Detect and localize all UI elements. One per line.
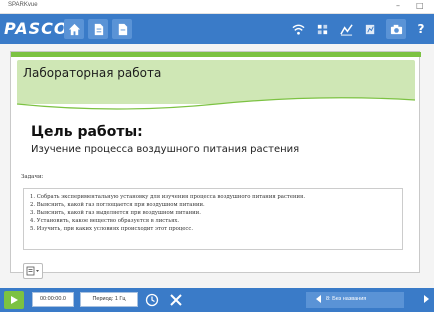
display-options-button[interactable] [23, 263, 43, 279]
page-title: Лабораторная работа [23, 66, 162, 80]
sampling-period-select[interactable]: Период: 1 Гц [80, 292, 138, 307]
analysis-button[interactable] [336, 19, 356, 39]
workbook-canvas: Лабораторная работа Цель работы: Изучени… [0, 44, 434, 288]
sampling-options-button[interactable] [144, 292, 160, 308]
task-item: 2. Выяснить, какой газ поглощается при в… [30, 202, 205, 208]
goal-heading: Цель работы: [31, 124, 143, 140]
text-page-card: Лабораторная работа Цель работы: Изучени… [10, 51, 421, 279]
page-icon [94, 23, 103, 35]
start-button[interactable] [4, 291, 24, 309]
pages-button[interactable] [88, 19, 108, 39]
elapsed-time: 00:00:00.0 [32, 292, 74, 307]
help-icon: ? [417, 22, 425, 36]
task-item: 5. Изучить, при каких условиях происходи… [30, 226, 194, 232]
window-titlebar: SPARKvue – □ [0, 0, 434, 14]
document-menu-icon [26, 266, 39, 276]
top-toolbar: PASCO ? [0, 14, 434, 44]
green-accent-bar [11, 52, 421, 57]
home-button[interactable] [64, 19, 84, 39]
tools-button[interactable] [168, 292, 184, 308]
sensor-button[interactable] [312, 19, 332, 39]
play-icon [11, 296, 18, 304]
previous-page-arrow[interactable] [316, 295, 321, 303]
camera-icon [390, 24, 402, 34]
next-page-arrow[interactable] [424, 295, 429, 303]
help-button[interactable]: ? [412, 19, 430, 39]
wireless-button[interactable] [288, 19, 308, 39]
minimize-button[interactable]: – [396, 1, 400, 10]
sensor-grid-icon [317, 24, 327, 34]
page-add-icon [118, 23, 127, 35]
task-item: 3. Выяснить, какой газ выделяется при во… [30, 210, 201, 216]
task-item: 1. Собрать экспериментальную установку д… [30, 194, 306, 200]
task-item: 4. Установить, какое вещество образуется… [30, 218, 180, 224]
tools-icon [170, 294, 182, 306]
camera-button[interactable] [386, 19, 406, 39]
analysis-icon [339, 23, 353, 36]
tasks-label: Задачи: [21, 174, 44, 180]
chart-icon [365, 24, 374, 34]
tasks-text-box[interactable]: 1. Собрать экспериментальную установку д… [23, 188, 403, 250]
header-wave-decoration [17, 97, 415, 114]
window-title: SPARKvue [8, 2, 38, 8]
pasco-logo: PASCO [4, 19, 69, 38]
graph-button[interactable] [360, 19, 380, 39]
add-page-button[interactable] [112, 19, 132, 39]
bottom-toolbar: 00:00:00.0 Период: 1 Гц 8: Без названия [0, 288, 434, 312]
maximize-button[interactable]: □ [416, 1, 424, 10]
clock-icon [145, 293, 159, 307]
home-icon [68, 23, 80, 35]
page-label: 8: Без названия [326, 296, 367, 302]
wifi-icon [291, 24, 305, 35]
goal-text: Изучение процесса воздушного питания рас… [31, 144, 300, 155]
